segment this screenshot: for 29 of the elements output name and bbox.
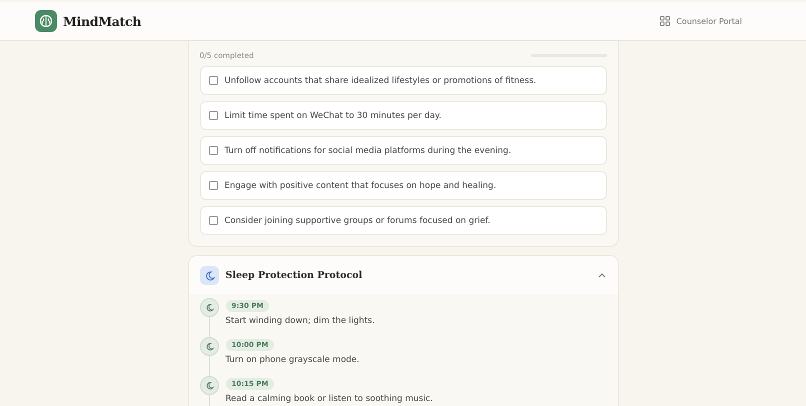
counselor-portal-link[interactable]: Counselor Portal <box>660 16 742 26</box>
item-text: Consider joining supportive groups or forums focused on grief. <box>224 216 490 226</box>
item-text: Limit time spent on WeChat to 30 minutes per day. <box>224 110 442 120</box>
checklist-item[interactable]: Limit time spent on WeChat to 30 minutes per day. <box>200 101 606 130</box>
checklist-item[interactable]: Engage with positive content that focuses on hope and healing. <box>200 171 606 200</box>
moon-icon <box>200 376 218 395</box>
item-text: Engage with positive content that focuses on hope and healing. <box>224 180 496 190</box>
step-text: Start winding down; dim the lights. <box>226 316 375 326</box>
checkbox[interactable] <box>208 146 218 155</box>
checklist-item[interactable]: Turn off notifications for social media platforms during the evening. <box>200 136 606 165</box>
brand-name: MindMatch <box>63 14 142 28</box>
chevron-icon[interactable] <box>598 272 606 278</box>
protocol-title: Sleep Protection Protocol <box>226 270 364 280</box>
step-text: Read a calming book or listen to soothing music. <box>226 394 433 404</box>
checklist-item[interactable]: Consider joining supportive groups or forums focused on grief. <box>200 206 606 235</box>
protocol-header[interactable]: Sleep Protection Protocol <box>188 256 618 294</box>
checkbox[interactable] <box>208 76 218 85</box>
checklist-item[interactable]: Unfollow accounts that share idealized lifestyles or promotions of fitness. <box>200 66 606 95</box>
step-text: Turn on phone grayscale mode. <box>226 355 360 365</box>
checkbox[interactable] <box>208 181 218 190</box>
checkbox[interactable] <box>208 111 218 120</box>
moon-icon <box>200 266 218 284</box>
checkbox[interactable] <box>208 216 218 225</box>
moon-icon <box>200 337 218 356</box>
item-text: Turn off notifications for social media platforms during the evening. <box>224 146 512 156</box>
item-text: Unfollow accounts that share idealized lifestyles or promotions of fitness. <box>224 76 536 86</box>
brain-logo-icon <box>35 10 57 32</box>
grid-icon <box>660 16 670 26</box>
moon-icon <box>200 298 218 317</box>
